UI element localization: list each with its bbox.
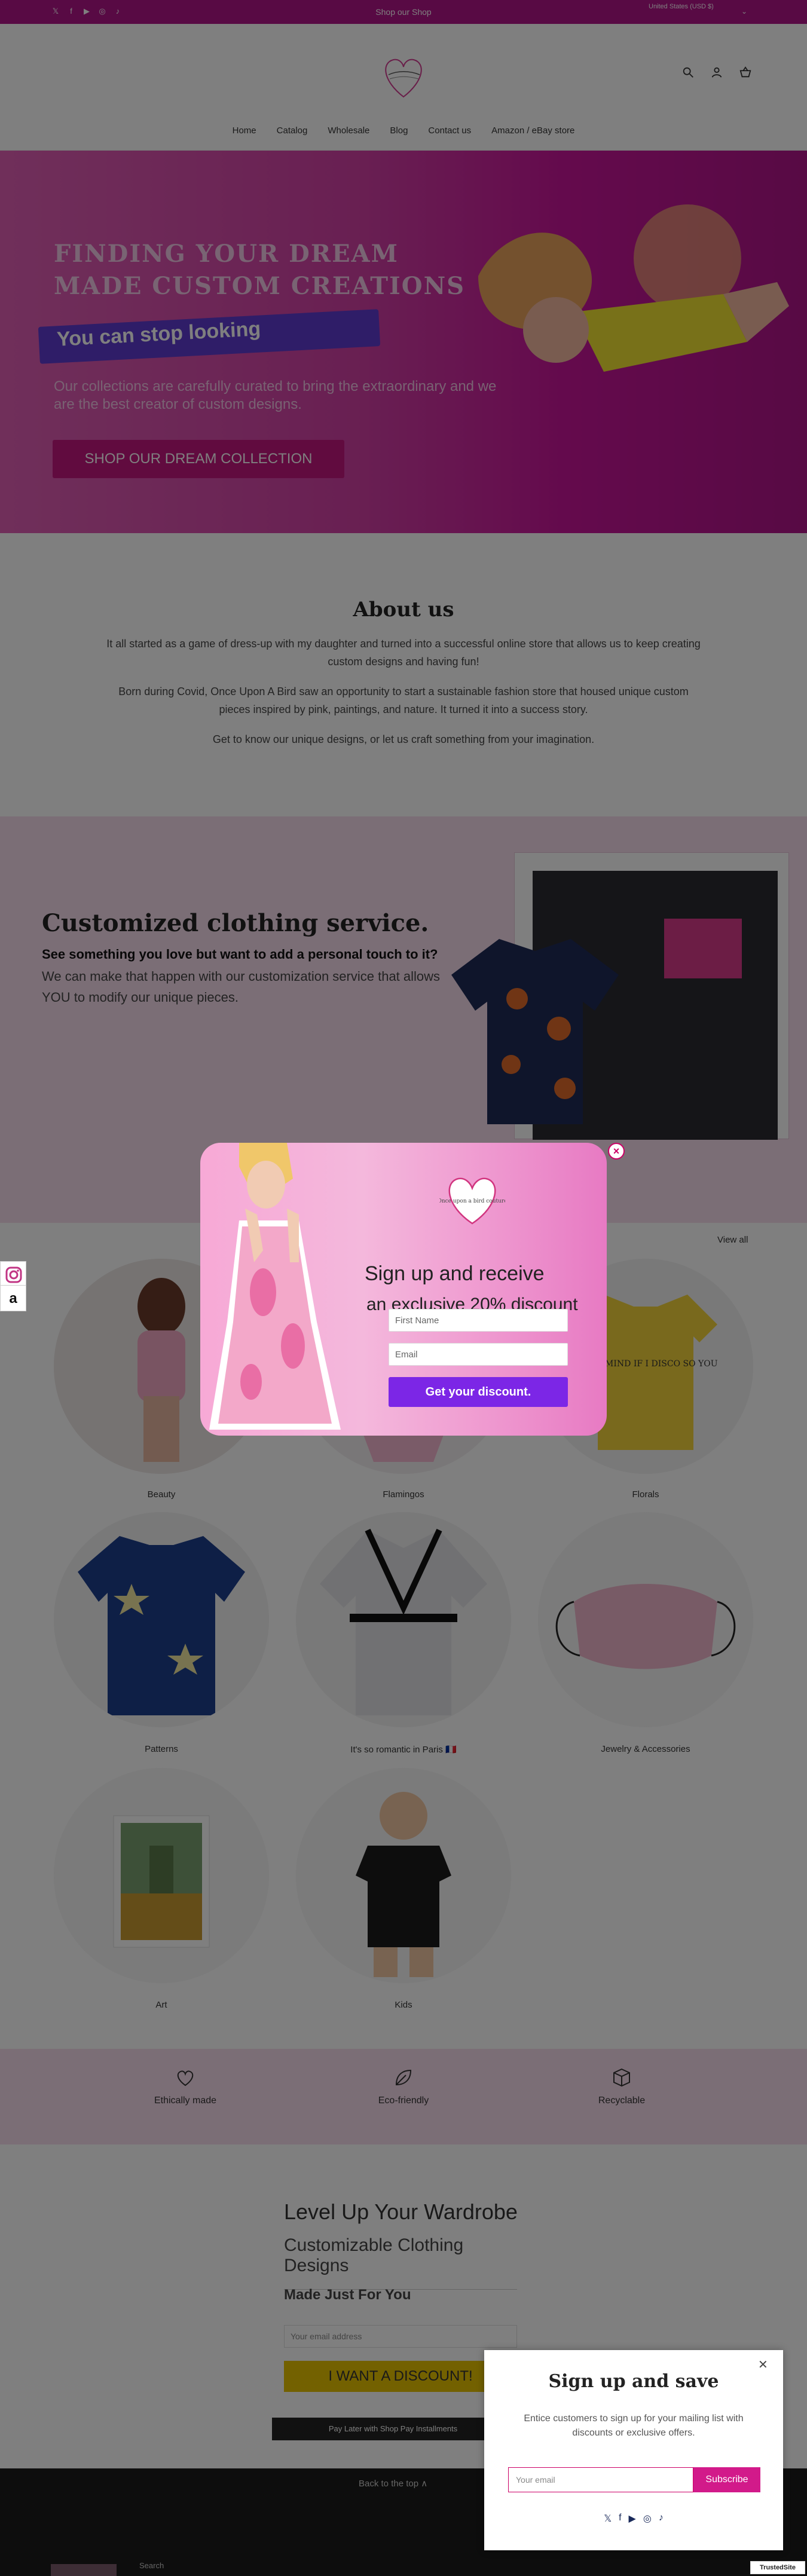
flyout-email-input[interactable]: Your email xyxy=(508,2467,693,2492)
youtube-icon[interactable]: ▶ xyxy=(629,2513,636,2525)
signup-popup: Once upon a bird couture Sign up and rec… xyxy=(200,1143,625,1436)
flyout-title: Sign up and save xyxy=(548,2371,719,2392)
popup-headline: Sign up and receive xyxy=(365,1262,545,1285)
popup-logo: Once upon a bird couture xyxy=(439,1177,505,1225)
newsletter-flyout: ✕ Sign up and save Entice customers to s… xyxy=(484,2350,783,2550)
popup-close-icon[interactable]: × xyxy=(608,1143,625,1159)
instagram-icon xyxy=(5,1266,22,1283)
flyout-social-icons: 𝕏 f ▶ ◎ ♪ xyxy=(484,2513,783,2525)
facebook-icon[interactable]: f xyxy=(619,2513,621,2525)
trustedsite-badge[interactable]: TrustedSite xyxy=(750,2561,805,2574)
close-icon[interactable]: ✕ xyxy=(758,2357,768,2372)
first-name-field[interactable]: First Name xyxy=(389,1309,568,1332)
email-field[interactable]: Email xyxy=(389,1343,568,1366)
get-discount-button[interactable]: Get your discount. xyxy=(389,1377,568,1407)
subscribe-button[interactable]: Subscribe xyxy=(693,2467,760,2492)
twitter-icon[interactable]: 𝕏 xyxy=(604,2513,612,2525)
tiktok-icon[interactable]: ♪ xyxy=(659,2513,664,2525)
popup-model-image xyxy=(209,1143,341,1430)
amazon-badge[interactable]: a xyxy=(0,1285,26,1311)
instagram-icon[interactable]: ◎ xyxy=(643,2513,652,2525)
popup-logo-text: Once upon a bird couture xyxy=(439,1198,505,1204)
instagram-badge[interactable] xyxy=(0,1261,26,1287)
flyout-description: Entice customers to sign up for your mai… xyxy=(524,2413,744,2438)
